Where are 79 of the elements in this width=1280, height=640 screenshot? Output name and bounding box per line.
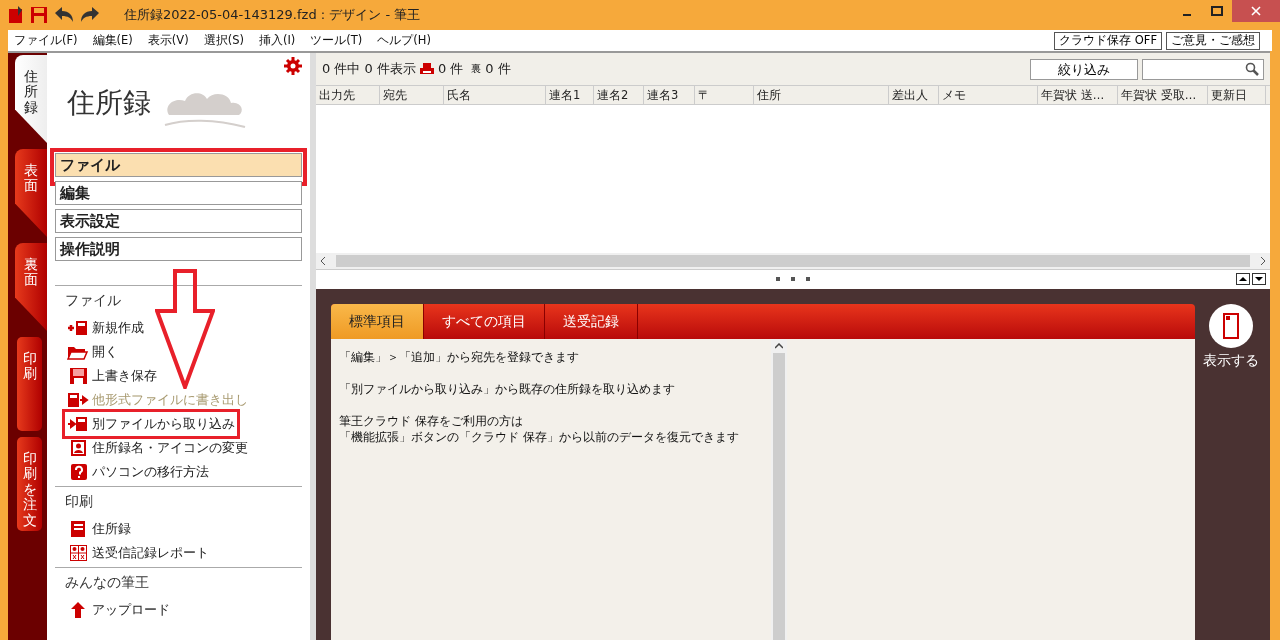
help-text: 「編集」＞「追加」から宛先を登録できます (339, 349, 580, 365)
window-title: 住所録2022-05-04-143129.fzd : デザイン - 筆王 (124, 6, 421, 24)
scrollbar-thumb[interactable] (336, 255, 1250, 267)
column-header[interactable]: 年賀状 送… (1038, 86, 1118, 104)
section-heading: みんなの筆王 (65, 574, 150, 592)
sidebar-menu-button[interactable]: 操作説明 (55, 237, 302, 261)
menu-item[interactable]: 表示(V) (147, 33, 189, 48)
sidebar-title: 住所録 (67, 85, 151, 121)
sidebar-link[interactable]: 住所録名・アイコンの変更 (65, 436, 250, 460)
help-text: 筆王クラウド 保存をご利用の方は (339, 413, 524, 429)
minimize-icon (1183, 14, 1191, 16)
show-label[interactable]: 表示する (1203, 352, 1259, 370)
menu-item[interactable]: 選択(S) (203, 33, 244, 48)
redo-icon[interactable] (80, 7, 100, 23)
settings-icon[interactable] (284, 57, 302, 75)
sidebar-link[interactable]: 開く (65, 340, 120, 364)
scroll-left-icon[interactable] (320, 257, 326, 265)
grid-report-icon (67, 545, 89, 561)
section-heading: ファイル (65, 292, 122, 310)
detail-tab[interactable]: 標準項目 (331, 304, 424, 339)
arrow-book-icon (67, 416, 89, 432)
column-header[interactable]: 更新日 (1208, 86, 1266, 104)
menu-item[interactable]: ヘルプ(H) (377, 33, 431, 48)
printer-icon (419, 63, 434, 75)
maximize-icon (1211, 6, 1223, 16)
side-tab[interactable]: 印刷を注文 (17, 437, 42, 531)
app-icon (8, 6, 24, 24)
section-heading: 印刷 (65, 493, 94, 511)
scrollbar-thumb[interactable] (773, 353, 785, 640)
undo-icon[interactable] (54, 7, 74, 23)
filter-button[interactable]: 絞り込み (1030, 58, 1138, 80)
scroll-up-icon[interactable] (775, 343, 783, 349)
column-header[interactable]: 連名2 (594, 86, 644, 104)
menu-item[interactable]: 挿入(I) (258, 33, 296, 48)
sidebar-link[interactable]: 別ファイルから取り込み (65, 412, 237, 436)
column-header[interactable]: 差出人 (889, 86, 939, 104)
column-header[interactable]: 連名3 (644, 86, 695, 104)
column-header[interactable]: 〒 (695, 86, 754, 104)
column-header[interactable]: メモ (939, 86, 1038, 104)
close-icon (1251, 6, 1261, 16)
side-tab[interactable]: 住所録 (15, 55, 47, 143)
show-button[interactable] (1209, 304, 1253, 348)
scroll-right-icon[interactable] (1260, 257, 1266, 265)
back-label: 裏 (471, 62, 482, 76)
search-field[interactable] (1142, 58, 1264, 80)
menu-bar-button[interactable]: クラウド保存 OFF (1054, 31, 1162, 50)
sidebar-link[interactable]: 上書き保存 (65, 364, 159, 388)
help-text: 「機能拡張」ボタンの「クラウド 保存」から以前のデータを復元できます (339, 429, 740, 445)
search-icon (1245, 62, 1259, 76)
grip-icon (776, 277, 810, 282)
menu-item[interactable]: 編集(E) (92, 33, 133, 48)
plus-book-icon (67, 320, 89, 336)
column-header[interactable]: 連名1 (546, 86, 594, 104)
sidebar-menu-button[interactable]: 表示設定 (55, 209, 302, 233)
column-header[interactable]: 年賀状 受取… (1118, 86, 1208, 104)
sidebar-link[interactable]: 送受信記録レポート (65, 541, 211, 565)
side-tab[interactable]: 裏面 (15, 243, 47, 331)
column-header[interactable]: 出力先 (316, 86, 380, 104)
sidebar-link[interactable]: パソコンの移行方法 (65, 460, 211, 484)
menu-item[interactable]: ツール(T) (310, 33, 363, 48)
record-count: 0 件中 0 件表示 (322, 60, 416, 78)
column-header[interactable]: 氏名 (444, 86, 546, 104)
menu-bar-button[interactable]: ご意見・ご感想 (1166, 31, 1260, 50)
side-tab[interactable]: 印刷 (17, 337, 42, 431)
menu-item[interactable]: ファイル(F) (14, 33, 78, 48)
back-count: 0 件 (485, 60, 511, 78)
help-text: 「別ファイルから取り込み」から既存の住所録を取り込めます (339, 381, 676, 397)
column-header[interactable]: 宛先 (380, 86, 444, 104)
card-icon (1223, 313, 1239, 339)
book-arrow-icon (67, 392, 89, 408)
front-count: 0 件 (437, 60, 464, 78)
sidebar-menu-button[interactable]: 編集 (55, 181, 302, 205)
folder-icon (67, 344, 89, 360)
sidebar-link[interactable]: 新規作成 (65, 316, 146, 340)
sidebar-menu-button[interactable]: ファイル (55, 153, 302, 177)
sidebar-link[interactable]: 住所録 (65, 517, 133, 541)
column-header[interactable]: 住所 (754, 86, 889, 104)
side-tab[interactable]: 表面 (15, 149, 47, 237)
sidebar-link[interactable]: アップロード (65, 598, 172, 622)
